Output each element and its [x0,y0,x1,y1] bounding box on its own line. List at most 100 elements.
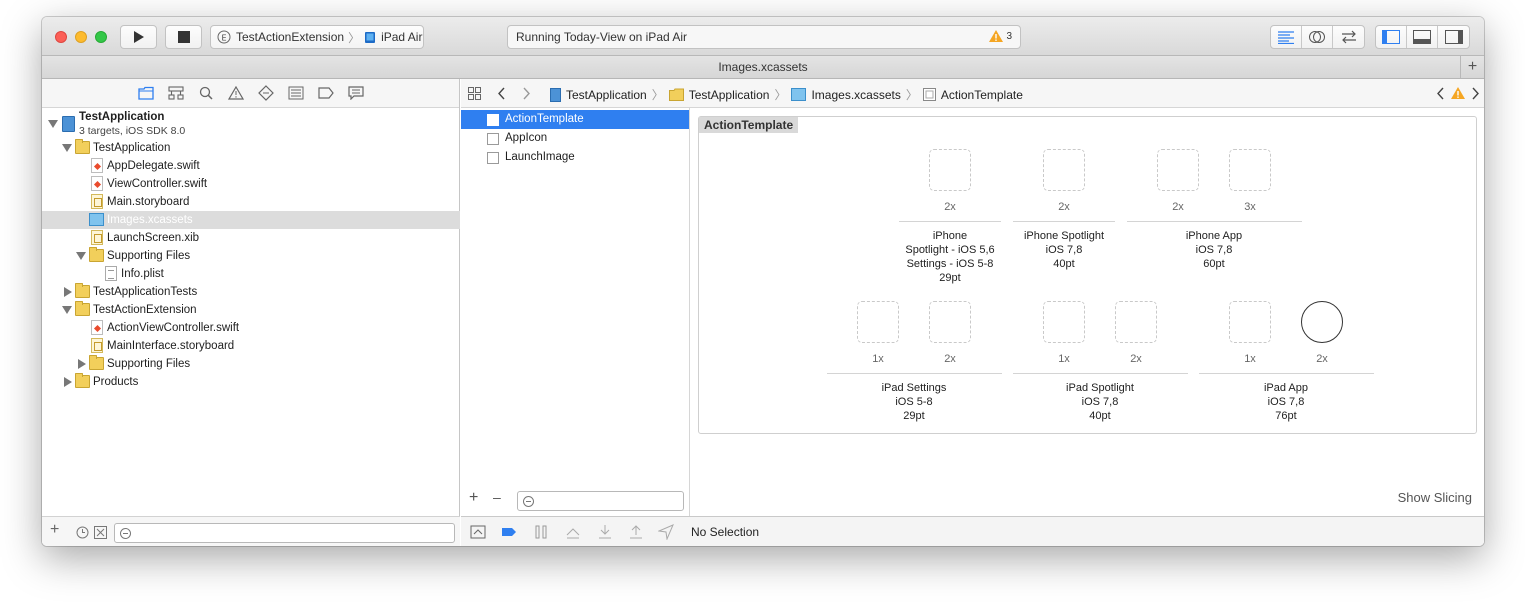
add-file-button[interactable]: + [50,521,59,539]
image-slot[interactable] [1043,301,1085,343]
show-slicing-button[interactable]: Show Slicing [1398,490,1472,505]
breakpoint-navigator-tab[interactable] [317,84,335,102]
activity-status: Running Today-View on iPad Air 3 [507,25,1021,49]
svg-text:E: E [221,34,226,43]
folder-icon [75,139,90,154]
breakpoints-toggle-icon[interactable] [501,524,517,540]
image-slot[interactable] [1157,149,1199,191]
navigator-filter-field[interactable] [114,523,455,543]
tree-item-folder[interactable]: TestApplication [42,139,460,157]
asset-set-row[interactable]: LaunchImage [461,148,689,167]
image-set-panel: ActionTemplate 2x iPhone Spotlight - iOS… [698,116,1477,434]
tree-item-folder[interactable]: TestActionExtension [42,301,460,319]
symbol-navigator-tab[interactable] [167,84,185,102]
tree-item-folder[interactable]: Supporting Files [42,247,460,265]
tree-item-file[interactable]: ViewController.swift [42,175,460,193]
tree-item-label: MainInterface.storyboard [107,340,235,352]
warning-icon[interactable] [1451,87,1465,99]
folder-icon [75,283,90,298]
issue-navigator-tab[interactable] [227,84,245,102]
breadcrumb-item[interactable]: TestApplication [566,88,647,102]
image-slot[interactable] [1043,149,1085,191]
asset-catalog-icon [791,88,807,101]
disclosure-triangle[interactable] [62,306,72,314]
image-slot[interactable] [1229,149,1271,191]
tree-item-project[interactable]: TestApplication 3 targets, iOS SDK 8.0 [42,110,460,138]
swift-file-icon [91,176,103,191]
asset-set-label: LaunchImage [505,151,575,163]
image-slot[interactable] [1229,301,1271,343]
tree-item-file[interactable]: Main.storyboard [42,193,460,211]
add-asset-button[interactable]: + [469,489,478,507]
folder-icon [89,247,104,262]
warning-badge[interactable]: 3 [989,30,1012,42]
step-into-icon[interactable] [597,524,613,540]
report-navigator-tab[interactable] [347,84,365,102]
stop-button[interactable] [165,25,202,49]
run-button[interactable] [120,25,157,49]
asset-set-row[interactable]: AppIcon [461,129,689,148]
toggle-navigator-button[interactable] [1376,26,1407,48]
remove-asset-button[interactable]: – [493,489,501,505]
tree-item-file[interactable]: Info.plist [42,265,460,283]
tree-item-file[interactable]: AppDelegate.swift [42,157,460,175]
disclosure-triangle[interactable] [48,120,58,128]
group-divider [899,221,1001,222]
find-navigator-tab[interactable] [197,84,215,102]
previous-issue-icon[interactable] [1436,87,1445,100]
image-slot[interactable] [929,301,971,343]
tree-item-folder[interactable]: Supporting Files [42,355,460,373]
tree-item-file[interactable]: LaunchScreen.xib [42,229,460,247]
recent-files-icon[interactable] [76,526,89,539]
tree-item-folder[interactable]: Products [42,373,460,391]
tree-item-file-selected[interactable]: Images.xcassets [42,211,460,229]
close-window-button[interactable] [55,31,67,43]
asset-filter-field[interactable] [517,491,684,511]
zoom-window-button[interactable] [95,31,107,43]
scale-label: 3x [1244,201,1256,213]
scheme-selector[interactable]: E TestActionExtension 〉 iPad Air [210,25,424,49]
step-out-icon[interactable] [628,524,644,540]
image-slot-filled[interactable] [1301,301,1343,343]
related-items-icon[interactable] [468,87,481,100]
tab-images-xcassets[interactable]: Images.xcassets [718,60,807,74]
debug-navigator-tab[interactable] [287,84,305,102]
breadcrumb-item[interactable]: TestApplication [689,88,770,102]
hide-debug-area-icon[interactable] [470,524,486,540]
tree-item-folder[interactable]: TestApplicationTests [42,283,460,301]
new-tab-button[interactable]: + [1460,56,1484,78]
location-icon[interactable] [658,524,674,540]
source-control-filter-icon[interactable] [94,526,107,539]
toggle-utilities-button[interactable] [1438,26,1469,48]
tree-item-label: Products [93,376,139,388]
tree-item-file[interactable]: ActionViewController.swift [42,319,460,337]
disclosure-triangle[interactable] [76,252,86,260]
breadcrumb-item[interactable]: Images.xcassets [811,88,900,102]
disclosure-triangle[interactable] [64,377,72,387]
project-navigator: TestApplication 3 targets, iOS SDK 8.0 T… [42,79,460,546]
disclosure-triangle[interactable] [64,287,72,297]
folder-icon [137,86,154,100]
image-slot[interactable] [857,301,899,343]
step-over-icon[interactable] [565,524,581,540]
disclosure-triangle[interactable] [62,144,72,152]
version-editor-button[interactable] [1333,26,1364,48]
breadcrumb-item[interactable]: ActionTemplate [941,88,1023,102]
standard-editor-button[interactable] [1271,26,1302,48]
scale-label: 1x [1244,353,1256,365]
toggle-debug-area-button[interactable] [1407,26,1438,48]
back-chevron-icon[interactable] [497,87,506,100]
image-slot[interactable] [929,149,971,191]
next-issue-icon[interactable] [1471,87,1480,100]
asset-set-row-selected[interactable]: ActionTemplate [461,110,689,129]
tree-item-file[interactable]: MainInterface.storyboard [42,337,460,355]
project-navigator-tab[interactable] [137,84,155,102]
pause-icon[interactable] [533,524,549,540]
tree-item-label: TestApplicationTests [93,286,198,298]
test-navigator-tab[interactable] [257,84,275,102]
forward-chevron-icon[interactable] [522,87,531,100]
minimize-window-button[interactable] [75,31,87,43]
assistant-editor-button[interactable] [1302,26,1333,48]
image-slot[interactable] [1115,301,1157,343]
disclosure-triangle[interactable] [78,359,86,369]
